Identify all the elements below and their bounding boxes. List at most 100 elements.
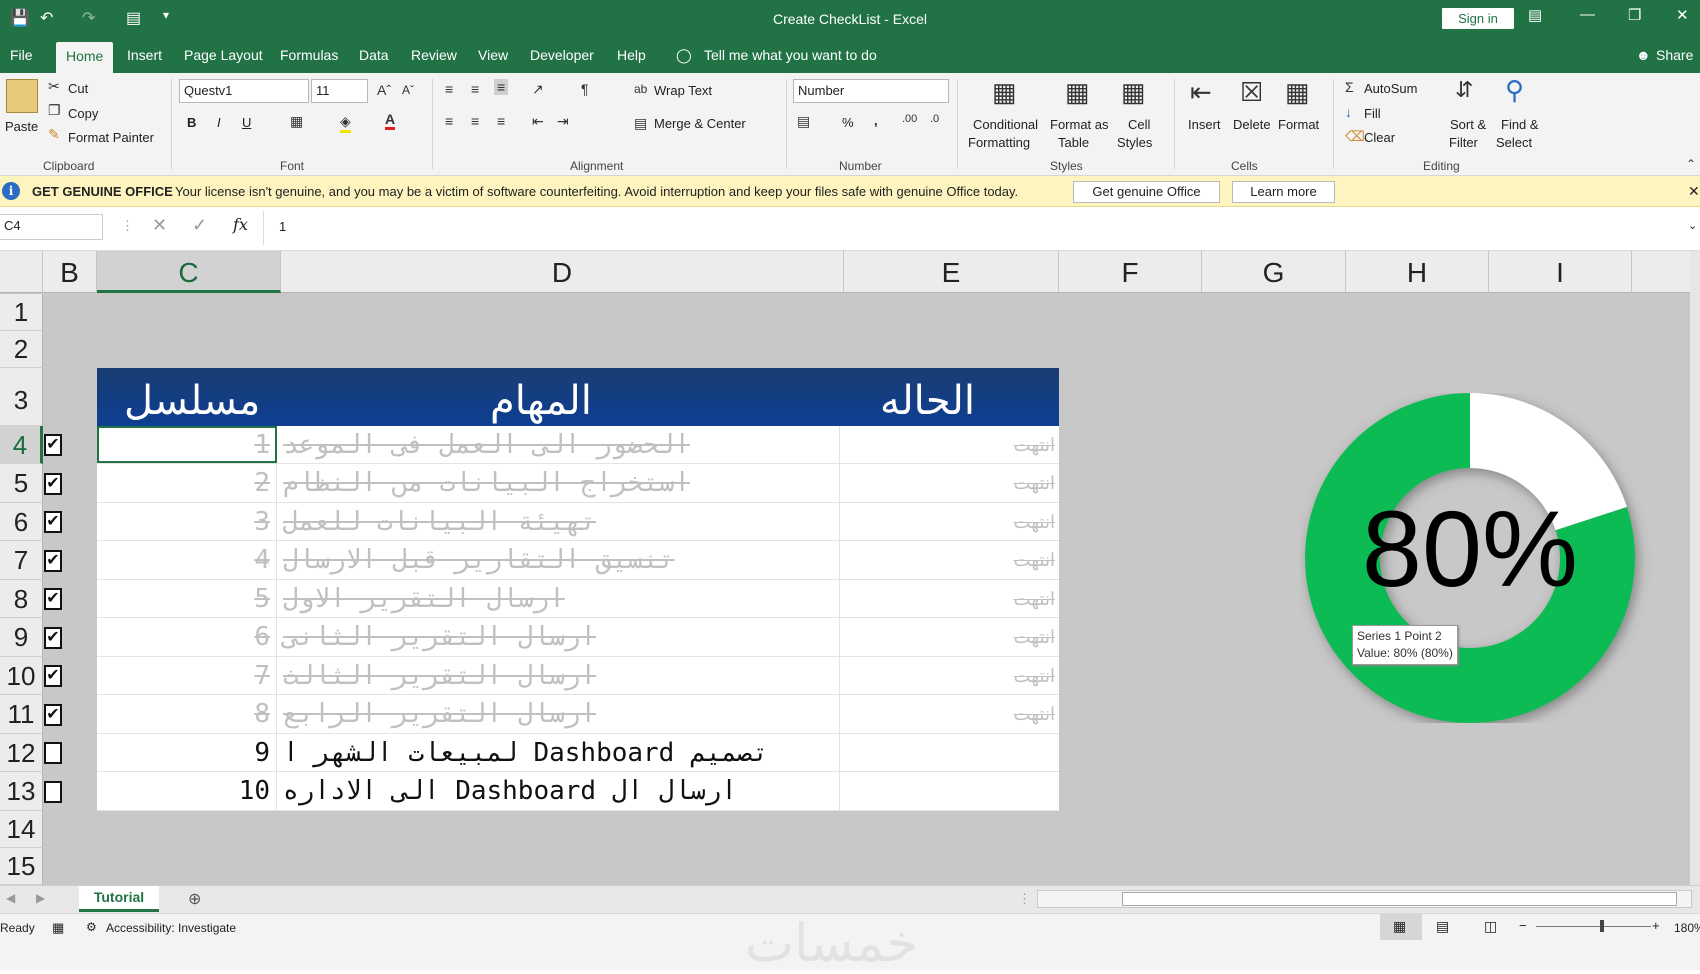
sign-in-button[interactable]: Sign in (1442, 8, 1514, 29)
table-row[interactable]: 1 الحضور الى العمل فى الموعد انتهت (97, 426, 1059, 464)
status-cell[interactable]: انتهت (840, 618, 1059, 656)
format-painter-button[interactable]: Format Painter (68, 130, 154, 145)
task-cell[interactable]: استخراج البيانات من النظام (277, 464, 840, 502)
row-header-2[interactable]: 2 (0, 331, 43, 368)
tab-home[interactable]: Home (56, 42, 114, 73)
column-header-g[interactable]: G (1202, 251, 1346, 293)
format-as-table-button[interactable]: Format as (1050, 117, 1109, 132)
tab-developer[interactable]: Developer (530, 47, 594, 63)
merge-center-button[interactable]: Merge & Center (654, 116, 746, 131)
tab-insert[interactable]: Insert (127, 47, 162, 63)
task-checkbox[interactable]: ✔ (44, 665, 62, 687)
tell-me-search[interactable]: Tell me what you want to do (704, 47, 877, 63)
sort-filter-icon[interactable]: ⇵ (1455, 77, 1473, 103)
decrease-decimal-icon[interactable]: .0 (930, 113, 939, 125)
sheet-tab-tutorial[interactable]: Tutorial (79, 886, 159, 912)
table-row[interactable]: 2 استخراج البيانات من النظام انتهت (97, 464, 1059, 503)
worksheet-grid[interactable]: B C D E F G H I 1 2 3 4 5 6 7 8 9 10 11 … (0, 251, 1700, 885)
row-header-12[interactable]: 12 (0, 734, 43, 772)
table-row[interactable]: 9 تصميم Dashboard لمبيعات الشهر ا (97, 734, 1059, 772)
paste-icon[interactable] (6, 79, 38, 113)
increase-font-icon[interactable]: Aˆ (377, 82, 391, 98)
close-message-icon[interactable]: ✕ (1688, 183, 1700, 200)
align-middle-icon[interactable]: ≡ (471, 81, 479, 97)
row-header-6[interactable]: 6 (0, 503, 43, 541)
table-row[interactable]: 8 ارسال التقرير الرابع انتهت (97, 695, 1059, 734)
column-header-f[interactable]: F (1059, 251, 1202, 293)
split-handle-icon[interactable]: ⋮ (1018, 891, 1031, 907)
row-header-7[interactable]: 7 (0, 541, 43, 580)
task-checkbox[interactable]: ✔ (44, 511, 62, 533)
row-header-10[interactable]: 10 (0, 657, 43, 695)
orientation-icon[interactable]: ↗ (532, 81, 544, 98)
font-size-select[interactable]: 11 (311, 79, 368, 103)
zoom-in-icon[interactable]: + (1652, 918, 1660, 933)
font-name-select[interactable]: Questv1 (179, 79, 309, 103)
ribbon-display-icon[interactable]: ▤ (1528, 6, 1542, 24)
row-header-5[interactable]: 5 (0, 464, 43, 503)
decrease-font-icon[interactable]: Aˇ (402, 83, 414, 97)
copy-button[interactable]: Copy (68, 106, 98, 121)
accessibility-status[interactable]: Accessibility: Investigate (106, 921, 236, 935)
table-row[interactable]: 7 ارسال التقرير الثالث انتهت (97, 657, 1059, 695)
tab-data[interactable]: Data (359, 47, 389, 63)
select-all-corner[interactable] (0, 251, 43, 293)
cancel-formula-icon[interactable]: ✕ (152, 215, 167, 236)
find-select-button[interactable]: Find & (1501, 117, 1539, 132)
tab-page-layout[interactable]: Page Layout (184, 47, 263, 63)
merge-center-icon[interactable]: ▤ (634, 115, 647, 132)
cut-icon[interactable]: ✂ (48, 78, 60, 95)
font-color-icon[interactable]: A (385, 111, 396, 130)
conditional-formatting-button[interactable]: Conditional (973, 117, 1038, 132)
wrap-text-button[interactable]: Wrap Text (654, 83, 712, 98)
tab-review[interactable]: Review (411, 47, 457, 63)
insert-cells-icon[interactable]: ⇤ (1190, 77, 1212, 108)
align-bottom-icon[interactable]: ≡ (494, 79, 509, 95)
table-row[interactable]: 6 ارسال التقرير الثانى انتهت (97, 618, 1059, 657)
task-checkbox[interactable]: ✔ (44, 473, 62, 495)
serial-cell[interactable]: 7 (97, 657, 277, 694)
paste-button[interactable]: Paste (5, 119, 38, 134)
status-cell[interactable]: انتهت (840, 657, 1059, 694)
status-cell[interactable]: انتهت (840, 541, 1059, 579)
task-cell[interactable]: تهيئة البيانات للعمل (277, 503, 840, 540)
text-direction-icon[interactable]: ¶ (581, 81, 589, 97)
normal-view-icon[interactable]: ▦ (1393, 918, 1406, 935)
format-cells-icon[interactable]: ▦ (1285, 77, 1310, 108)
row-header-3[interactable]: 3 (0, 368, 43, 426)
serial-cell[interactable]: 4 (97, 541, 277, 579)
task-checkbox[interactable]: ✔ (44, 627, 62, 649)
cell-styles-icon[interactable]: ▦ (1121, 77, 1146, 108)
task-cell[interactable]: ارسال التقرير الثالث (277, 657, 840, 694)
sort-filter-button[interactable]: Sort & (1450, 117, 1486, 132)
formula-input[interactable]: 1 (279, 219, 286, 234)
table-row[interactable]: 5 ارسال التقرير الاول انتهت (97, 580, 1059, 618)
align-top-icon[interactable]: ≡ (445, 81, 453, 97)
decrease-indent-icon[interactable]: ⇤ (532, 113, 544, 130)
table-row[interactable]: 10 ارسال ال Dashboard الى الاداره (97, 772, 1059, 811)
status-cell[interactable]: انتهت (840, 426, 1059, 463)
row-header-11[interactable]: 11 (0, 695, 43, 734)
conditional-formatting-icon[interactable]: ▦ (992, 77, 1017, 108)
learn-more-button[interactable]: Learn more (1232, 181, 1335, 203)
status-cell[interactable]: انتهت (840, 503, 1059, 540)
accessibility-icon[interactable]: ⚙ (86, 920, 97, 934)
progress-doughnut-chart[interactable]: 80% (1300, 393, 1670, 723)
page-break-view-icon[interactable]: ◫ (1484, 918, 1497, 935)
align-left-icon[interactable]: ≡ (445, 113, 453, 129)
zoom-slider-thumb[interactable] (1600, 920, 1604, 932)
status-cell[interactable] (840, 772, 1059, 810)
task-cell[interactable]: تنسيق التقارير قبل الارسال (277, 541, 840, 579)
fill-icon[interactable]: ↓ (1345, 104, 1352, 120)
tab-help[interactable]: Help (617, 47, 646, 63)
increase-indent-icon[interactable]: ⇥ (557, 113, 569, 130)
get-genuine-office-button[interactable]: Get genuine Office (1073, 181, 1220, 203)
status-cell[interactable] (840, 734, 1059, 771)
align-right-icon[interactable]: ≡ (497, 113, 505, 129)
row-header-4[interactable]: 4 (0, 426, 43, 464)
fill-button[interactable]: Fill (1364, 106, 1381, 121)
tab-formulas[interactable]: Formulas (280, 47, 338, 63)
vertical-scrollbar[interactable] (1690, 251, 1700, 885)
task-checkbox[interactable]: ✔ (44, 434, 62, 456)
serial-cell[interactable]: 3 (97, 503, 277, 540)
